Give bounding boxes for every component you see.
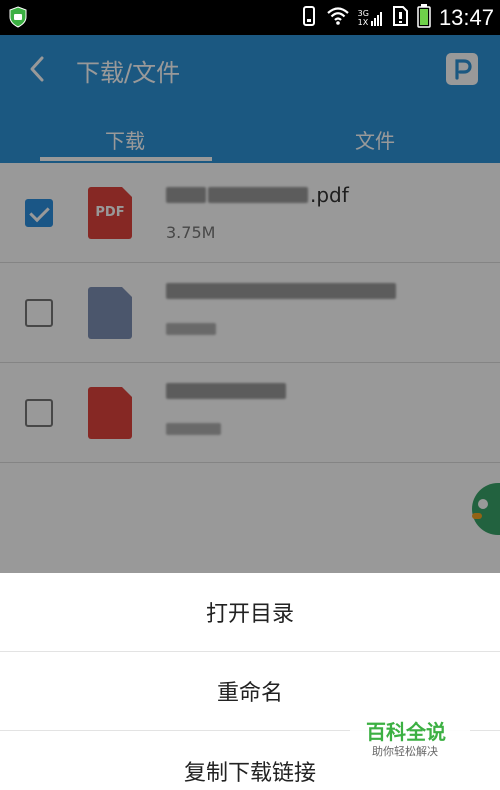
- watermark: 百科全说 助你轻松解决: [350, 712, 470, 762]
- wifi-icon: [326, 6, 350, 30]
- battery-icon: [417, 3, 431, 32]
- phone-vibrate-icon: [300, 5, 318, 31]
- open-directory-option[interactable]: 打开目录: [0, 573, 500, 652]
- shield-icon: [8, 6, 28, 28]
- sim-alert-icon: [391, 5, 409, 31]
- status-bar: 3G 1X 13:47: [0, 0, 500, 35]
- watermark-title: 百科全说: [366, 720, 446, 744]
- clock: 13:47: [438, 4, 494, 30]
- cell-signal-icon: 3G 1X: [358, 9, 383, 27]
- watermark-subtitle: 助你轻松解决: [372, 745, 438, 758]
